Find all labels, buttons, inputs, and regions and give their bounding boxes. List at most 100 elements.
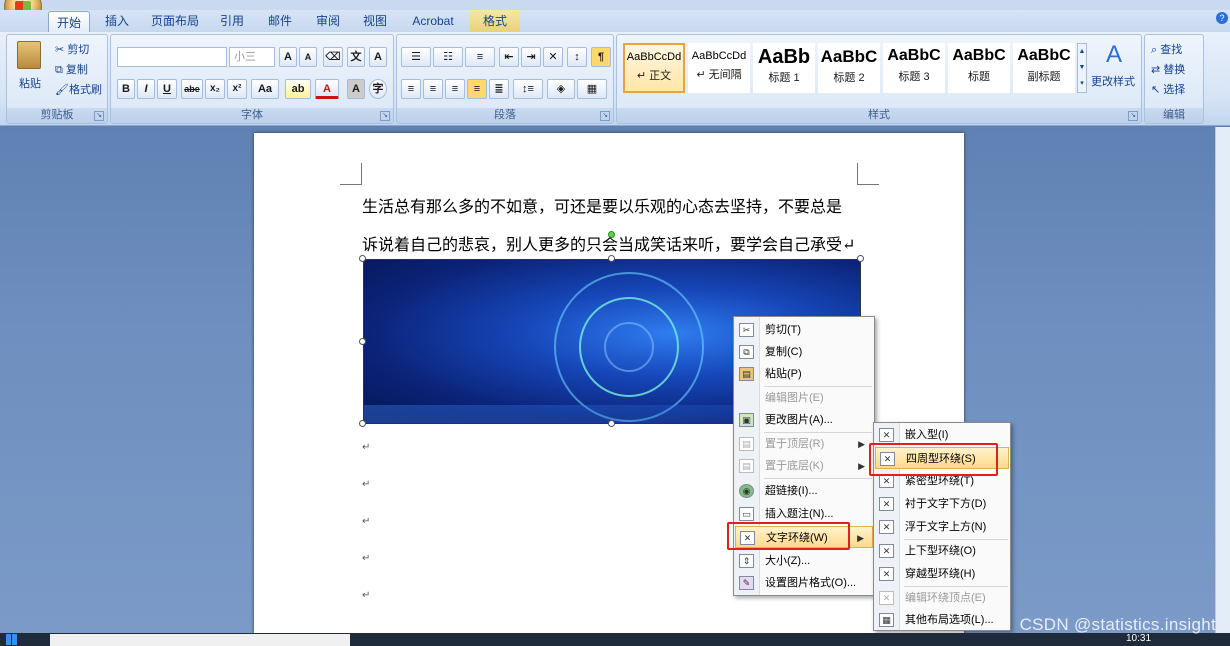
cut-button[interactable]: ✂ 剪切	[55, 41, 89, 57]
menu-item-format-picture[interactable]: ✎ 设置图片格式(O)...	[735, 572, 873, 594]
find-label: 查找	[1160, 44, 1183, 56]
font-color-button[interactable]: A	[315, 79, 339, 99]
wrap-edit-points[interactable]: ✕ 编辑环绕顶点(E)	[875, 587, 1009, 609]
font-size-combo[interactable]: 小三	[229, 47, 275, 67]
style-heading-2[interactable]: AaBbC 标题 2	[818, 43, 880, 93]
style-heading-3[interactable]: AaBbC 标题 3	[883, 43, 945, 93]
menu-item-copy[interactable]: ⧉ 复制(C)	[735, 341, 873, 363]
bullets-icon[interactable]: ☰	[401, 47, 431, 67]
align-center-icon[interactable]: ≡	[423, 79, 443, 99]
tab-review[interactable]: 审阅	[308, 10, 348, 32]
line-spacing-icon[interactable]: ↕≡	[513, 79, 543, 99]
wrap-front-icon: ✕	[879, 520, 894, 534]
grow-font-button[interactable]: A	[279, 47, 297, 67]
resize-handle-w[interactable]	[359, 338, 366, 345]
wrap-in-front[interactable]: ✕ 浮于文字上方(N)	[875, 516, 1009, 538]
borders-icon[interactable]: ▦	[577, 79, 607, 99]
paragraph-launcher-icon[interactable]: ↘	[600, 111, 610, 121]
clear-format-icon[interactable]: ⌫	[323, 47, 343, 67]
wrap-through-label: 穿越型环绕(H)	[905, 568, 976, 580]
styles-launcher-icon[interactable]: ↘	[1128, 111, 1138, 121]
help-icon[interactable]: ?	[1216, 12, 1228, 24]
shading-icon[interactable]: ◈	[547, 79, 575, 99]
menu-item-bring-front[interactable]: ▤ 置于顶层(R) ▶	[735, 433, 873, 455]
sort-icon[interactable]: ↕	[567, 47, 587, 67]
wrap-more-layout-label: 其他布局选项(L)...	[905, 614, 994, 626]
superscript-button[interactable]: x²	[227, 79, 247, 99]
find-button[interactable]: ⌕ 查找	[1151, 41, 1182, 57]
numbering-icon[interactable]: ☷	[433, 47, 463, 67]
paste-button[interactable]: 粘贴	[19, 75, 41, 91]
windows-start-icon[interactable]	[6, 634, 17, 645]
italic-button[interactable]: I	[137, 79, 155, 99]
resize-handle-nw[interactable]	[359, 255, 366, 262]
font-name-combo[interactable]	[117, 47, 227, 67]
justify-icon[interactable]: ≡	[467, 79, 487, 99]
resize-handle-s[interactable]	[608, 420, 615, 427]
menu-item-cut[interactable]: ✂ 剪切(T)	[735, 319, 873, 341]
select-button[interactable]: ↖ 选择	[1151, 81, 1185, 97]
resize-handle-sw[interactable]	[359, 420, 366, 427]
change-case-button[interactable]: Aa	[251, 79, 279, 99]
menu-item-send-back[interactable]: ▤ 置于底层(K) ▶	[735, 455, 873, 477]
phonetic-icon[interactable]: 文	[347, 47, 365, 67]
tab-home[interactable]: 开始	[48, 11, 90, 33]
highlight-icon[interactable]: ab	[285, 79, 311, 99]
menu-item-hyperlink[interactable]: ◉ 超链接(I)...	[735, 480, 873, 502]
multilevel-list-icon[interactable]: ≡	[465, 47, 495, 67]
wrap-behind-text-label: 衬于文字下方(D)	[905, 498, 987, 510]
distribute-icon[interactable]: ≣	[489, 79, 509, 99]
tab-view[interactable]: 视图	[355, 10, 395, 32]
bold-button[interactable]: B	[117, 79, 135, 99]
wrap-behind-text[interactable]: ✕ 衬于文字下方(D)	[875, 493, 1009, 515]
align-right-icon[interactable]: ≡	[445, 79, 465, 99]
underline-button[interactable]: U	[157, 79, 177, 99]
menu-item-copy-label: 复制(C)	[765, 346, 803, 358]
format-painter-button[interactable]: 🖌格式刷	[55, 81, 102, 97]
wrap-top-bottom[interactable]: ✕ 上下型环绕(O)	[875, 540, 1009, 562]
increase-indent-icon[interactable]: ⇥	[521, 47, 541, 67]
show-marks-icon[interactable]: ¶	[591, 47, 611, 67]
taskbar-search-box[interactable]	[50, 634, 350, 646]
wrap-more-layout[interactable]: ▦ 其他布局选项(L)...	[875, 609, 1009, 631]
change-styles-button[interactable]: 更改样式	[1091, 73, 1135, 89]
subscript-button[interactable]: x₂	[205, 79, 225, 99]
style-normal[interactable]: AaBbCcDd ↵ 正文	[623, 43, 685, 93]
style-heading-1[interactable]: AaBb 标题 1	[753, 43, 815, 93]
tab-mailings[interactable]: 邮件	[260, 10, 300, 32]
tab-insert[interactable]: 插入	[96, 10, 138, 32]
style-subtitle[interactable]: AaBbC 副标题	[1013, 43, 1075, 93]
decrease-indent-icon[interactable]: ⇤	[499, 47, 519, 67]
strikethrough-button[interactable]: abe	[181, 79, 203, 99]
menu-item-edit-picture[interactable]: 编辑图片(E)	[735, 387, 873, 409]
shrink-font-button[interactable]: A	[299, 47, 317, 67]
copy-button[interactable]: ⧉ 复制	[55, 61, 88, 77]
styles-group-label: 样式	[617, 108, 1141, 123]
tab-format[interactable]: 格式	[470, 10, 520, 32]
tab-references[interactable]: 引用	[212, 10, 252, 32]
clipboard-launcher-icon[interactable]: ↘	[94, 111, 104, 121]
font-launcher-icon[interactable]: ↘	[380, 111, 390, 121]
resize-handle-ne[interactable]	[857, 255, 864, 262]
paste-icon[interactable]	[17, 41, 41, 69]
style-no-spacing[interactable]: AaBbCcDd ↵ 无间隔	[688, 43, 750, 93]
tab-acrobat[interactable]: Acrobat	[404, 10, 462, 32]
wrap-through[interactable]: ✕ 穿越型环绕(H)	[875, 563, 1009, 585]
resize-handle-n[interactable]	[608, 255, 615, 262]
menu-item-size[interactable]: ⇕ 大小(Z)...	[735, 550, 873, 572]
menu-item-paste[interactable]: ▤ 粘贴(P)	[735, 363, 873, 385]
menu-item-change-picture[interactable]: ▣ 更改图片(A)...	[735, 409, 873, 431]
tab-page-layout[interactable]: 页面布局	[145, 10, 205, 32]
menu-item-insert-caption-label: 插入题注(N)...	[765, 508, 834, 520]
rotate-handle[interactable]	[608, 231, 615, 238]
replace-button[interactable]: ⇄ 替换	[1151, 61, 1185, 77]
char-border-icon[interactable]: A	[369, 47, 387, 67]
styles-scroll-icon[interactable]: ▲ ▼ ▾	[1077, 43, 1087, 93]
doc-text-line-1[interactable]: 生活总有那么多的不如意，可还是要以乐观的心态去坚持，不要总是	[362, 193, 842, 217]
enclose-char-icon[interactable]: 字	[369, 79, 387, 99]
chinese-layout-icon[interactable]: ✕	[543, 47, 563, 67]
vertical-scrollbar[interactable]	[1215, 127, 1230, 633]
align-left-icon[interactable]: ≡	[401, 79, 421, 99]
char-shading-icon[interactable]: A	[347, 79, 365, 99]
style-title[interactable]: AaBbC 标题	[948, 43, 1010, 93]
